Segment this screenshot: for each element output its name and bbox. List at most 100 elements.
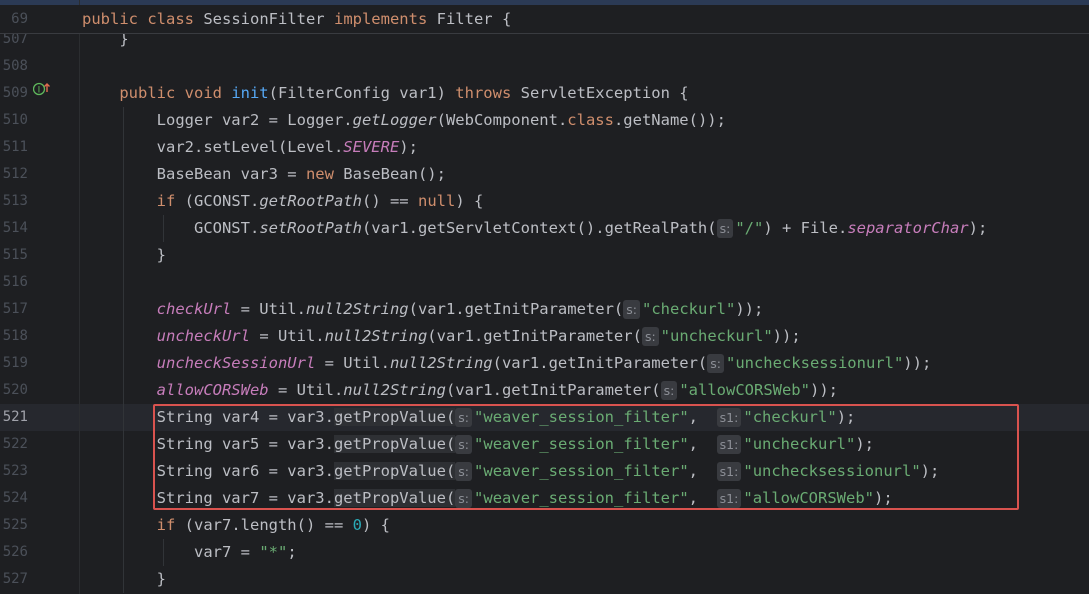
code-token: (var1.getInitParameter( <box>408 300 624 318</box>
code-line[interactable]: 517 checkUrl = Util.null2String(var1.get… <box>0 296 1089 323</box>
line-number[interactable]: 512 <box>0 161 28 188</box>
code-token: )); <box>772 327 801 345</box>
code-token: checkUrl <box>156 300 232 318</box>
line-number[interactable]: 516 <box>0 269 28 296</box>
code-line[interactable]: 513 if (GCONST.getRootPath() == null) { <box>0 188 1089 215</box>
code-line[interactable]: 509 public void init(FilterConfig var1) … <box>0 80 1089 107</box>
code-token: (var1.getInitParameter( <box>492 354 708 372</box>
line-number[interactable]: 518 <box>0 323 28 350</box>
code-token: GCONST. <box>82 219 260 237</box>
code-token: (var1.getInitParameter( <box>445 381 661 399</box>
code-line[interactable]: 527 } <box>0 566 1089 593</box>
code-text[interactable]: if (GCONST.getRootPath() == null) { <box>82 188 484 215</box>
code-text[interactable]: public void init(FilterConfig var1) thro… <box>82 80 689 107</box>
code-token: if <box>156 192 176 210</box>
line-number[interactable]: 524 <box>0 485 28 512</box>
code-token: null2String <box>305 300 409 318</box>
override-implements-icon[interactable]: I <box>32 80 51 107</box>
code-token: )); <box>735 300 764 318</box>
sticky-code: public class SessionFilter implements Fi… <box>82 10 512 28</box>
code-token: ); <box>968 219 988 237</box>
code-token: (FilterConfig var1) <box>268 84 456 102</box>
code-token: ) { <box>361 516 390 534</box>
parameter-hint: s: <box>707 354 724 373</box>
code-token: 0 <box>352 516 362 534</box>
code-text[interactable]: uncheckSessionUrl = Util.null2String(var… <box>82 350 931 377</box>
line-number[interactable]: 511 <box>0 134 28 161</box>
parameter-hint: s: <box>623 300 640 319</box>
code-line[interactable]: 525 if (var7.length() == 0) { <box>0 512 1089 539</box>
code-token: "checkurl" <box>642 300 736 318</box>
code-line[interactable]: 515 } <box>0 242 1089 269</box>
line-number[interactable]: 522 <box>0 431 28 458</box>
code-line[interactable]: 508 <box>0 53 1089 80</box>
indent-guide <box>163 539 164 566</box>
code-text[interactable]: GCONST.setRootPath(var1.getServletContex… <box>82 215 987 242</box>
code-text[interactable]: uncheckUrl = Util.null2String(var1.getIn… <box>82 323 801 350</box>
highlight-box <box>153 404 1019 510</box>
line-number[interactable]: 513 <box>0 188 28 215</box>
code-token: "/" <box>735 219 764 237</box>
line-number[interactable]: 523 <box>0 458 28 485</box>
code-text[interactable]: allowCORSWeb = Util.null2String(var1.get… <box>82 377 838 404</box>
parameter-hint: s: <box>716 219 734 238</box>
code-token: var7 = <box>82 543 260 561</box>
code-token: ) + File. <box>763 219 848 237</box>
code-text[interactable]: var7 = "*"; <box>82 539 297 566</box>
parameter-hint: s: <box>660 381 678 400</box>
sticky-class-header[interactable]: 69 public class SessionFilter implements… <box>0 5 1089 34</box>
code-line[interactable]: 511 var2.setLevel(Level.SEVERE); <box>0 134 1089 161</box>
code-line[interactable]: 512 BaseBean var3 = new BaseBean(); <box>0 161 1089 188</box>
code-token: "*" <box>259 543 288 561</box>
line-number[interactable]: 510 <box>0 107 28 134</box>
code-token: throws <box>455 84 512 102</box>
code-line[interactable]: 519 uncheckSessionUrl = Util.null2String… <box>0 350 1089 377</box>
code-token: getLogger <box>352 111 437 129</box>
line-number[interactable]: 517 <box>0 296 28 323</box>
code-token: )); <box>809 381 838 399</box>
code-token: (GCONST. <box>175 192 260 210</box>
indent-guide <box>123 107 124 593</box>
line-number[interactable]: 515 <box>0 242 28 269</box>
code-text[interactable]: } <box>82 242 166 269</box>
code-token: var2.setLevel(Level. <box>82 138 344 156</box>
code-line[interactable]: 516 <box>0 269 1089 296</box>
code-token: ; <box>287 543 297 561</box>
code-text[interactable]: var2.setLevel(Level.SEVERE); <box>82 134 418 161</box>
code-text[interactable]: Logger var2 = Logger.getLogger(WebCompon… <box>82 107 726 134</box>
code-token: null2String <box>324 327 428 345</box>
code-token: .getName()); <box>613 111 726 129</box>
code-token: uncheckUrl <box>156 327 250 345</box>
code-token: () == <box>361 192 418 210</box>
line-number[interactable]: 526 <box>0 539 28 566</box>
code-token: (var7.length() == <box>175 516 353 534</box>
code-line[interactable]: 510 Logger var2 = Logger.getLogger(WebCo… <box>0 107 1089 134</box>
line-number[interactable]: 525 <box>0 512 28 539</box>
code-text[interactable]: if (var7.length() == 0) { <box>82 512 390 539</box>
line-number[interactable]: 521 <box>0 404 28 431</box>
svg-text:I: I <box>38 86 41 96</box>
code-text[interactable]: checkUrl = Util.null2String(var1.getInit… <box>82 296 763 323</box>
code-token: if <box>156 516 176 534</box>
code-line[interactable]: 518 uncheckUrl = Util.null2String(var1.g… <box>0 323 1089 350</box>
code-token: public void <box>119 84 232 102</box>
code-token: = Util. <box>315 354 390 372</box>
code-token: (WebComponent. <box>436 111 568 129</box>
code-text[interactable]: } <box>82 566 166 593</box>
code-token: uncheckSessionUrl <box>156 354 316 372</box>
code-token: ServletException { <box>511 84 689 102</box>
line-number[interactable]: 520 <box>0 377 28 404</box>
code-token: = Util. <box>231 300 306 318</box>
line-number[interactable]: 519 <box>0 350 28 377</box>
line-number[interactable]: 514 <box>0 215 28 242</box>
indent-guide <box>163 215 164 242</box>
code-line[interactable]: 520 allowCORSWeb = Util.null2String(var1… <box>0 377 1089 404</box>
line-number[interactable]: 527 <box>0 566 28 593</box>
code-token: getRootPath <box>259 192 362 210</box>
code-text[interactable]: BaseBean var3 = new BaseBean(); <box>82 161 446 188</box>
